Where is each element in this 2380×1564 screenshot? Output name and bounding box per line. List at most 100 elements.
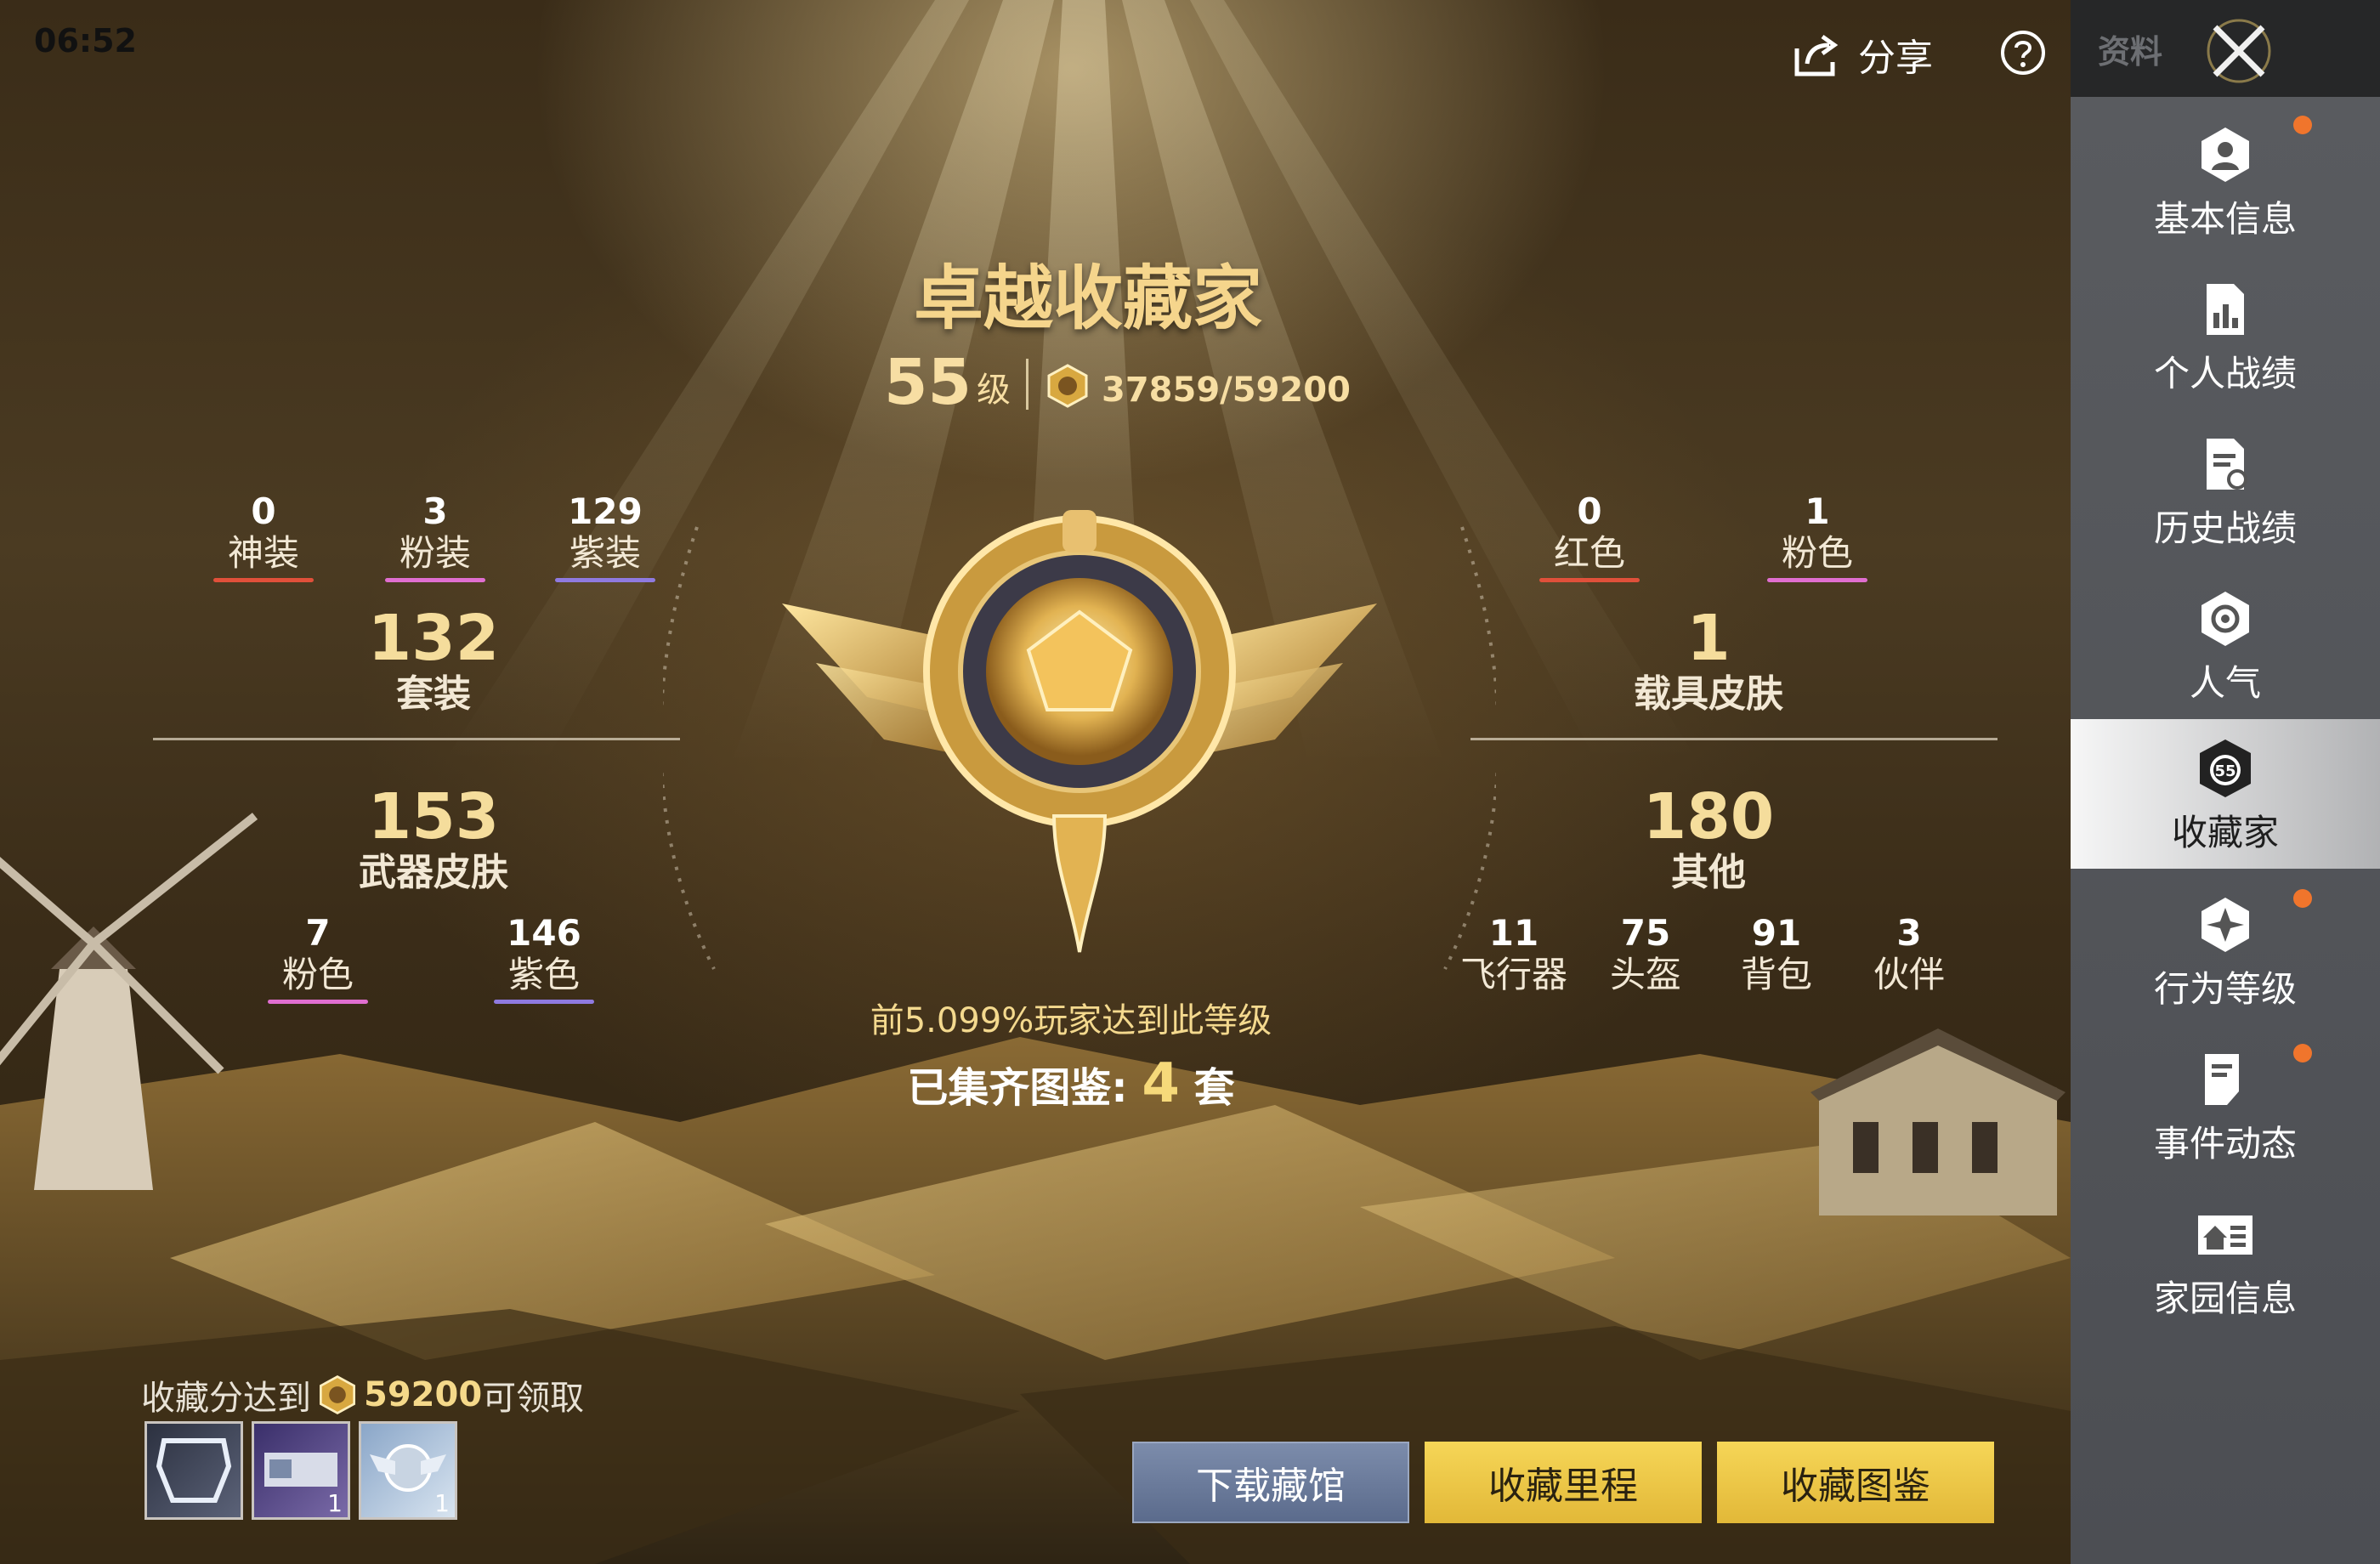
sidebar-item-history[interactable]: 历史战绩 <box>2071 415 2380 564</box>
collected-catalog-count: 已集齐图鉴: 4 套 <box>901 1052 1241 1115</box>
stat-value: 153 <box>367 780 500 853</box>
status-time: 06:52 <box>34 22 137 60</box>
divider-right <box>1470 738 1998 740</box>
collector-emblem <box>782 510 1377 953</box>
stat-suits[interactable]: 132 套装 <box>323 605 544 717</box>
stat-companion[interactable]: 3 伙伴 <box>1858 913 1960 996</box>
behavior-level-icon <box>2202 898 2249 952</box>
event-feed-icon <box>2205 1054 2239 1105</box>
stat-pink-weapon[interactable]: 7 粉色 <box>267 913 369 1004</box>
stat-value: 91 <box>1751 912 1802 954</box>
sidebar-item-label: 收藏家 <box>2171 812 2279 853</box>
sidebar-item-collector[interactable]: 55 收藏家 <box>2071 719 2380 869</box>
stat-mythic-suit[interactable]: 0 神装 <box>212 491 314 582</box>
stat-pink-suit[interactable]: 3 粉装 <box>384 491 486 582</box>
share-button[interactable]: 分享 <box>1792 27 1933 82</box>
collector-level-unit: 级 <box>976 371 1011 410</box>
stat-value: 1 <box>1686 602 1731 675</box>
collected-prefix: 已集齐图鉴: <box>907 1064 1128 1112</box>
reward-item-emblem[interactable]: 1 <box>359 1421 457 1520</box>
stat-underline <box>268 1000 368 1004</box>
profile-badge-icon <box>2202 128 2249 182</box>
reward-count: 1 <box>434 1489 450 1517</box>
stat-value: 180 <box>1642 780 1775 853</box>
collector-level: 55 <box>884 346 972 419</box>
stat-pink-vehicle[interactable]: 1 粉色 <box>1766 491 1868 582</box>
collection-coin-icon <box>1047 364 1088 408</box>
stat-value: 0 <box>1577 490 1602 532</box>
stat-label: 粉装 <box>399 532 471 574</box>
stat-aircraft[interactable]: 11 飞行器 <box>1459 913 1569 996</box>
tab-profile[interactable]: 资料 <box>2098 26 2162 72</box>
sidebar-item-personal-stats[interactable]: 个人战绩 <box>2071 260 2380 410</box>
popularity-icon <box>2202 592 2249 646</box>
stat-others[interactable]: 180 其他 <box>1598 784 1819 896</box>
reward-item-card[interactable]: 1 <box>252 1421 350 1520</box>
rank-percentile-text: 前5.099%玩家达到此等级 <box>870 1001 1272 1040</box>
stat-label: 飞行器 <box>1459 954 1567 995</box>
stat-value: 0 <box>251 490 276 532</box>
stat-value: 7 <box>305 912 331 954</box>
sidebar-item-popularity[interactable]: 人气 <box>2071 570 2380 719</box>
stat-value: 3 <box>422 490 448 532</box>
profile-sidebar: 资料 基本信息 个人战绩 历史战绩 人气 55 收藏家 行为等级 事件动态 家园… <box>2071 0 2380 1564</box>
stat-purple-weapon[interactable]: 146 紫色 <box>493 913 595 1004</box>
collector-badge-level: 55 <box>2214 762 2236 780</box>
sidebar-item-label: 行为等级 <box>2153 968 2297 1010</box>
sidebar-item-label: 个人战绩 <box>2153 353 2297 394</box>
sidebar-item-home-info[interactable]: 家园信息 <box>2071 1185 2380 1334</box>
windmill-illustration <box>0 813 258 1190</box>
history-doc-icon <box>2207 439 2247 490</box>
reward-prefix: 收藏分达到 <box>141 1379 311 1418</box>
stat-label: 粉色 <box>1781 532 1853 574</box>
stat-purple-suit[interactable]: 129 紫装 <box>554 491 656 582</box>
stat-underline <box>494 1000 594 1004</box>
stat-value: 146 <box>507 912 581 954</box>
divider <box>1025 359 1028 410</box>
stat-label: 套装 <box>396 672 471 716</box>
stat-value: 3 <box>1896 912 1922 954</box>
stat-red-vehicle[interactable]: 0 红色 <box>1538 491 1640 582</box>
sidebar-item-label: 历史战绩 <box>2153 507 2297 549</box>
stat-value: 11 <box>1488 912 1539 954</box>
sidebar-item-basic-info[interactable]: 基本信息 <box>2071 105 2380 255</box>
stat-label: 紫装 <box>569 532 641 574</box>
share-label: 分享 <box>1858 37 1933 80</box>
reward-items: 1 1 <box>144 1421 457 1520</box>
sidebar-item-events[interactable]: 事件动态 <box>2071 1030 2380 1180</box>
collector-title: 卓越收藏家 <box>913 258 1262 339</box>
stat-label: 神装 <box>227 532 299 574</box>
sidebar-item-behavior-level[interactable]: 行为等级 <box>2071 876 2380 1025</box>
stat-label: 背包 <box>1740 954 1812 995</box>
stat-weapon-skins[interactable]: 153 武器皮肤 <box>323 784 544 896</box>
stat-label: 粉色 <box>281 954 354 995</box>
question-circle-icon[interactable] <box>1999 29 2047 76</box>
sidebar-header: 资料 <box>2071 0 2380 97</box>
collection-milestone-button[interactable]: 收藏里程 <box>1425 1442 1702 1523</box>
stat-underline <box>1767 578 1867 582</box>
house-illustration <box>1810 1028 2066 1216</box>
reward-suffix: 可领取 <box>482 1379 585 1418</box>
stat-label: 其他 <box>1671 851 1746 894</box>
stat-backpack[interactable]: 91 背包 <box>1726 913 1828 996</box>
stat-vehicle-skins[interactable]: 1 载具皮肤 <box>1598 605 1819 717</box>
reward-points: 59200 <box>364 1375 483 1414</box>
collection-catalog-button[interactable]: 收藏图鉴 <box>1717 1442 1994 1523</box>
sidebar-item-label: 家园信息 <box>2153 1278 2297 1319</box>
notification-dot <box>2293 116 2312 134</box>
reward-requirement: 收藏分达到 59200 可领取 <box>141 1370 584 1420</box>
collector-level-row: 55 级 37859/59200 <box>884 343 1351 415</box>
stat-label: 紫色 <box>507 954 580 995</box>
reward-item-frame[interactable] <box>144 1421 243 1520</box>
stat-label: 武器皮肤 <box>359 851 508 894</box>
close-icon[interactable] <box>2198 10 2280 92</box>
stat-value: 1 <box>1805 490 1830 532</box>
notification-dot <box>2293 889 2312 908</box>
collector-badge-icon: 55 <box>2200 740 2251 797</box>
home-info-icon <box>2198 1216 2252 1255</box>
collected-number: 4 <box>1142 1052 1180 1115</box>
stats-chart-icon <box>2207 284 2244 335</box>
download-gallery-button[interactable]: 下载藏馆 <box>1132 1442 1409 1523</box>
stat-helmet[interactable]: 75 头盔 <box>1595 913 1697 996</box>
collection-coin-icon <box>320 1375 355 1414</box>
